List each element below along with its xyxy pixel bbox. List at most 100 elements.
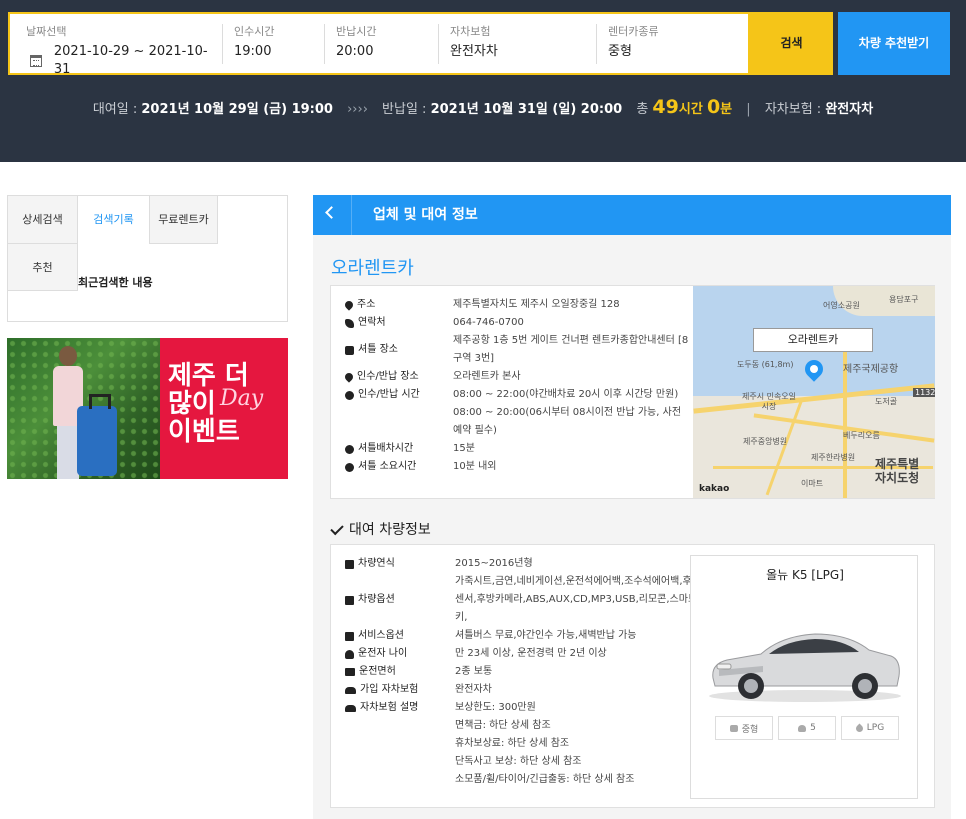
company-rental-panel: 업체 및 대여 정보 오라렌트카 주소 제주특별자치도 제주시 오일장중길 12… bbox=[313, 195, 951, 819]
field-divider bbox=[596, 24, 597, 64]
info-value: 15분 bbox=[453, 443, 475, 454]
phone-icon bbox=[345, 318, 354, 328]
event-banner[interactable]: 제주 더 많이 이벤트 Day bbox=[7, 338, 288, 479]
location-map[interactable]: 용담포구 어영소공원 도두동 (61,8m) 제주국제공항 제주시 민속오일시장… bbox=[693, 286, 935, 498]
return-time-label: 반납시간 bbox=[336, 25, 377, 38]
vehicle-row-insurance-desc-5: 소모품/휠/타이어/긴급출동: 하단 상세 참조 bbox=[345, 771, 705, 789]
rental-summary: 대여일 : 2021년 10월 29일 (금) 19:00 ›››› 반납일 :… bbox=[0, 96, 966, 121]
map-label: 제주중앙병원 bbox=[743, 437, 788, 446]
info-key: 셔틀 장소 bbox=[358, 344, 398, 355]
vehicle-row-year: 차량연식 2015~2016년형 bbox=[345, 555, 705, 573]
banner-line-3: 이벤트 bbox=[168, 417, 240, 447]
calendar-icon bbox=[30, 55, 42, 67]
clock-icon bbox=[345, 444, 354, 454]
map-label: 용담포구 bbox=[889, 295, 919, 304]
insurance-value: 완전자차 bbox=[450, 44, 498, 59]
info-key: 셔틀배차시간 bbox=[358, 443, 414, 454]
map-pin-icon bbox=[343, 299, 355, 311]
car-crash-icon bbox=[345, 686, 356, 694]
vehicle-row-insurance: 가입 자차보험 완전자차 bbox=[345, 681, 705, 699]
vehicle-value: 2종 보통 bbox=[455, 666, 493, 677]
pickup-time-field[interactable]: 인수시간 19:00 bbox=[234, 14, 324, 73]
summary-insurance-value: 완전자차 bbox=[825, 102, 874, 117]
car-specs: 중형 5 LPG bbox=[715, 716, 904, 740]
info-row-address: 주소 제주특별자치도 제주시 오일장중길 128 bbox=[343, 296, 689, 314]
car-type-value: 중형 bbox=[608, 44, 632, 59]
search-tabs: 상세검색 검색기록 무료렌트카 추천 최근검색한 내용 bbox=[7, 195, 288, 322]
vehicle-key: 운전면허 bbox=[359, 666, 396, 677]
fuel-drop-icon bbox=[854, 723, 865, 733]
tab-search-history[interactable]: 검색기록 bbox=[78, 196, 150, 244]
insurance-label: 자차보험 bbox=[450, 25, 491, 38]
return-time-field[interactable]: 반납시간 20:00 bbox=[336, 14, 438, 73]
insurance-field[interactable]: 자차보험 완전자차 bbox=[450, 14, 590, 73]
company-name[interactable]: 오라렌트카 bbox=[331, 257, 414, 281]
vehicle-info-box: 차량연식 2015~2016년형 차량옵션 가죽시트,금연,네비게이션,운전석에… bbox=[330, 544, 935, 808]
search-button[interactable]: 검색 bbox=[750, 12, 833, 75]
car-fuel-value: LPG bbox=[866, 723, 885, 733]
clock-icon bbox=[345, 462, 354, 472]
total-minutes: 0 bbox=[706, 96, 721, 118]
vehicle-row-insurance-desc-2: 면책금: 하단 상세 참조 bbox=[345, 717, 705, 735]
return-date-label: 반납일 : bbox=[382, 102, 427, 117]
vehicle-key: 가입 자차보험 bbox=[360, 684, 419, 695]
banner-photo bbox=[7, 338, 160, 479]
vehicle-row-service: 서비스옵션 셔틀버스 무료,야간인수 가능,새벽반납 가능 bbox=[345, 627, 705, 645]
vehicle-value: 완전자차 bbox=[455, 684, 492, 695]
map-label: 이마트 bbox=[801, 479, 824, 488]
return-time-value: 20:00 bbox=[336, 44, 374, 59]
info-value: 제주특별자치도 제주시 오일장중길 128 bbox=[453, 299, 620, 310]
date-value: 2021-10-29 ~ 2021-10-31 bbox=[53, 44, 208, 77]
vehicle-key: 자차보험 설명 bbox=[360, 702, 419, 713]
summary-divider: | bbox=[746, 102, 751, 117]
vehicle-row-driver-age: 운전자 나이 만 23세 이상, 운전경력 만 2년 이상 bbox=[345, 645, 705, 663]
info-key: 인수/반납 장소 bbox=[357, 371, 419, 382]
car-card[interactable]: 올뉴 K5 [LPG] 중형 5 LPG bbox=[690, 555, 918, 799]
map-label: 제주국제공항 bbox=[843, 364, 899, 375]
pickup-time-label: 인수시간 bbox=[234, 25, 275, 38]
map-callout: 오라렌트카 bbox=[753, 328, 873, 352]
map-label: 제주시 민속오일시장 bbox=[741, 392, 797, 411]
vehicle-value: 2015~2016년형 bbox=[455, 558, 533, 569]
vehicle-value: 단독사고 보상: 하단 상세 참조 bbox=[455, 756, 582, 767]
bus-icon bbox=[345, 345, 354, 355]
user-icon bbox=[345, 649, 354, 659]
summary-insurance-label: 자차보험 : bbox=[764, 102, 822, 117]
info-row-phone: 연락처 064-746-0700 bbox=[345, 314, 689, 332]
tab-detail-search[interactable]: 상세검색 bbox=[8, 196, 78, 244]
vehicle-value: 셔틀버스 무료,야간인수 가능,새벽반납 가능 bbox=[455, 630, 637, 641]
map-big-label: 제주특별 bbox=[875, 457, 920, 471]
return-date-value: 2021년 10월 31일 (일) 20:00 bbox=[430, 102, 623, 117]
user-icon bbox=[798, 724, 807, 732]
pickup-time-value: 19:00 bbox=[234, 44, 272, 59]
info-row-shuttle-place: 셔틀 장소 제주공항 1층 5번 게이트 건너편 렌트카종합안내센터 [8구역 … bbox=[345, 332, 689, 368]
clipboard-icon bbox=[345, 595, 354, 605]
info-row-pickup-time: 인수/반납 시간 08:00 ~ 22:00(야간배차료 20시 이후 시간당 … bbox=[345, 386, 689, 404]
vehicle-value: 가죽시트,금연,네비게이션,운전석에어백,조수석에어백,후방센서,후방카메라,A… bbox=[455, 576, 701, 623]
total-label: 총 bbox=[636, 102, 649, 117]
rent-date-label: 대여일 : bbox=[92, 102, 138, 117]
field-divider bbox=[324, 24, 325, 64]
recent-search-label: 최근검색한 내용 bbox=[78, 276, 153, 289]
info-value: 10분 내외 bbox=[453, 461, 497, 472]
car-type-field[interactable]: 렌터카종류 중형 bbox=[608, 14, 738, 73]
search-form: 날짜선택 2021-10-29 ~ 2021-10-31 인수시간 19:00 … bbox=[8, 12, 750, 77]
banner-day-text: Day bbox=[220, 386, 264, 411]
map-label: 1132 bbox=[913, 388, 935, 397]
vehicle-row-insurance-desc-4: 단독사고 보상: 하단 상세 참조 bbox=[345, 753, 705, 771]
check-icon bbox=[330, 521, 344, 536]
vehicle-key: 운전자 나이 bbox=[358, 648, 408, 659]
info-key: 주소 bbox=[357, 299, 376, 310]
info-key: 인수/반납 시간 bbox=[358, 389, 420, 400]
tab-free-rental[interactable]: 무료렌트카 bbox=[150, 196, 218, 244]
chevron-left-icon[interactable] bbox=[325, 206, 338, 219]
car-seats-value: 5 bbox=[810, 723, 816, 733]
arrow-separator: ›››› bbox=[347, 102, 368, 117]
search-header: 날짜선택 2021-10-29 ~ 2021-10-31 인수시간 19:00 … bbox=[0, 0, 966, 162]
vehicle-section-title-text: 대여 차량정보 bbox=[349, 522, 431, 538]
date-field[interactable]: 날짜선택 2021-10-29 ~ 2021-10-31 bbox=[26, 14, 222, 77]
recommend-button[interactable]: 차량 추천받기 bbox=[838, 12, 950, 75]
info-value: 오라렌트카 본사 bbox=[453, 371, 521, 382]
vehicle-row-license: 운전면허 2종 보통 bbox=[345, 663, 705, 681]
tab-recommend[interactable]: 추천 bbox=[8, 244, 78, 291]
